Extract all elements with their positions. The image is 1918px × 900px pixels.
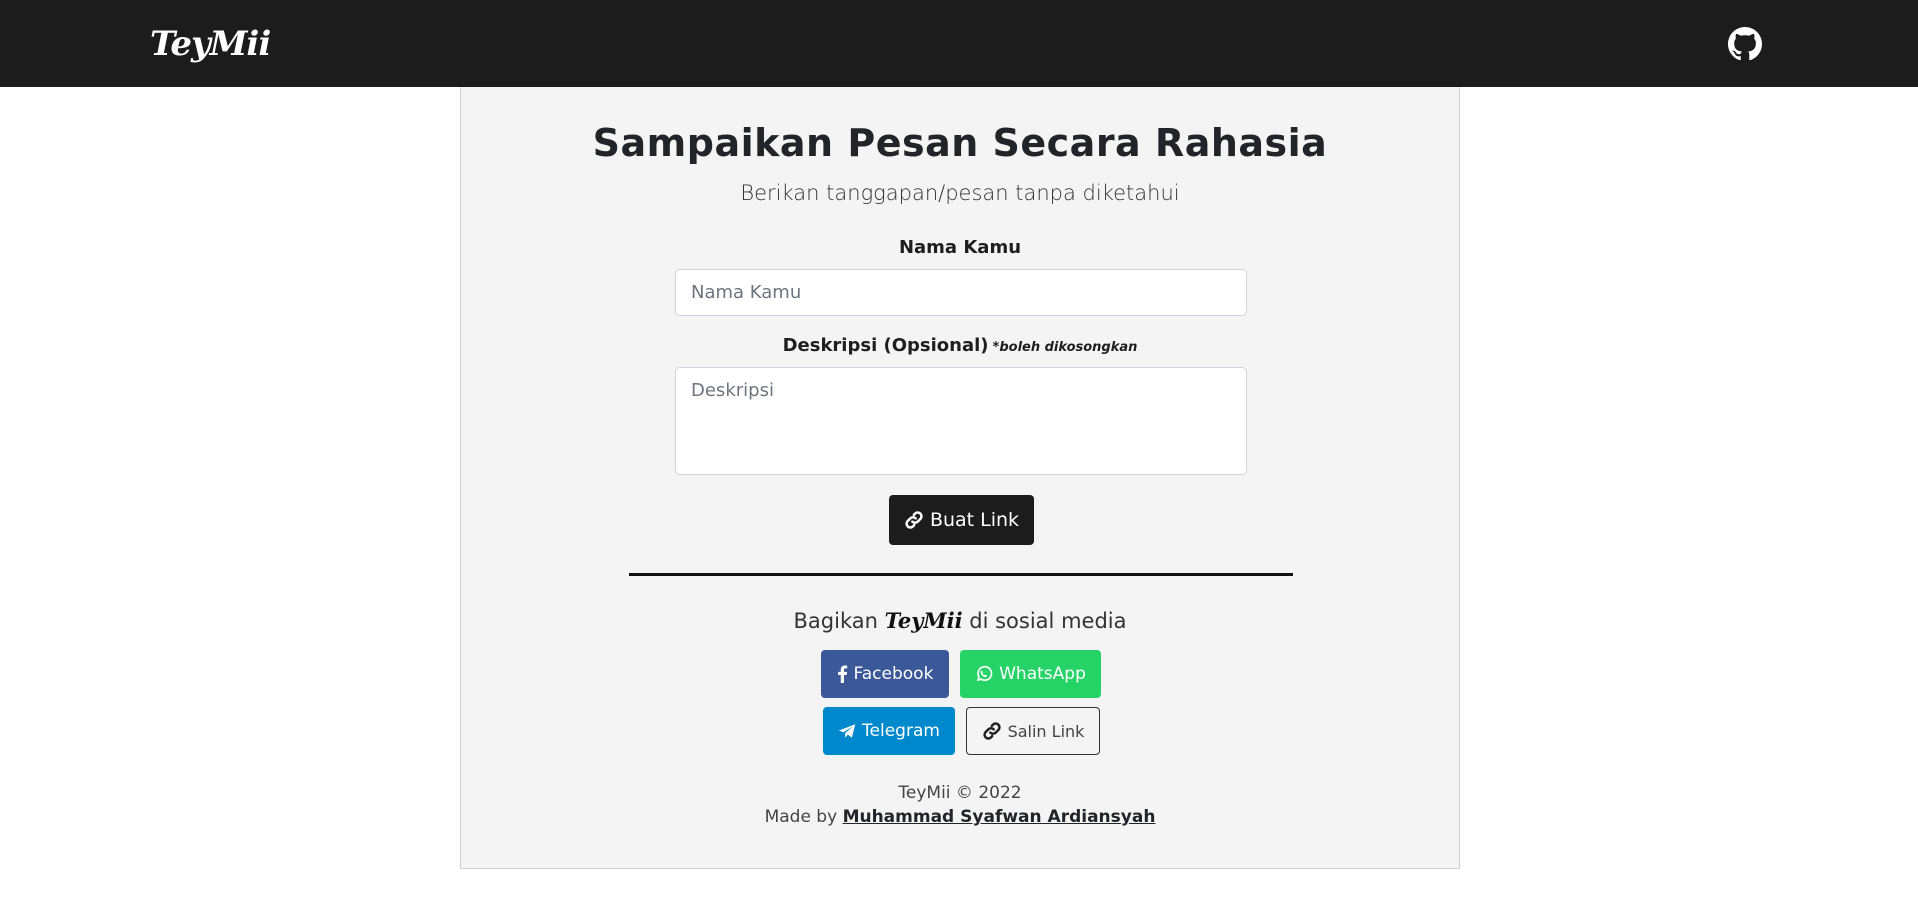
link-icon [905,511,923,529]
copy-link-button[interactable]: Salin Link [966,707,1100,755]
telegram-share-button[interactable]: Telegram [823,707,955,755]
name-input[interactable] [675,269,1247,316]
share-prefix: Bagikan [793,609,878,633]
navbar: TeyMii [0,0,1918,87]
footer-credit: Made by Muhammad Syafwan Ardiansyah [461,807,1459,827]
whatsapp-icon [976,665,993,682]
facebook-icon [837,665,847,683]
telegram-label: Telegram [862,721,940,741]
share-heading: Bagikan TeyMii di sosial media [461,608,1459,633]
name-label: Nama Kamu [461,237,1459,258]
footer-copyright: TeyMii © 2022 [898,783,1022,803]
divider [629,573,1293,576]
facebook-share-button[interactable]: Facebook [821,650,949,698]
description-hint: *boleh dikosongkan [992,340,1138,355]
description-label: Deskripsi (Opsional) *boleh dikosongkan [461,335,1459,356]
share-suffix: di sosial media [969,609,1127,633]
page-subtitle: Berikan tanggapan/pesan tanpa diketahui [740,181,1180,205]
description-label-text: Deskripsi (Opsional) [782,335,989,356]
copy-link-label: Salin Link [1007,721,1085,741]
create-link-button[interactable]: Buat Link [889,495,1034,545]
author-link[interactable]: Muhammad Syafwan Ardiansyah [843,807,1156,827]
facebook-label: Facebook [853,664,934,684]
footer-made-by: Made by [764,807,838,827]
page-title: Sampaikan Pesan Secara Rahasia [592,121,1328,165]
name-label-text: Nama Kamu [898,237,1022,258]
whatsapp-label: WhatsApp [999,664,1086,684]
telegram-icon [838,724,856,738]
description-textarea[interactable] [675,367,1247,475]
create-link-label: Buat Link [929,509,1020,531]
share-brand: TeyMii [884,608,963,633]
link-icon [982,722,1001,740]
message-card: Sampaikan Pesan Secara Rahasia Berikan t… [460,87,1460,869]
whatsapp-share-button[interactable]: WhatsApp [960,650,1101,698]
brand-logo[interactable]: TeyMii [150,24,271,64]
github-icon[interactable] [1728,26,1762,61]
